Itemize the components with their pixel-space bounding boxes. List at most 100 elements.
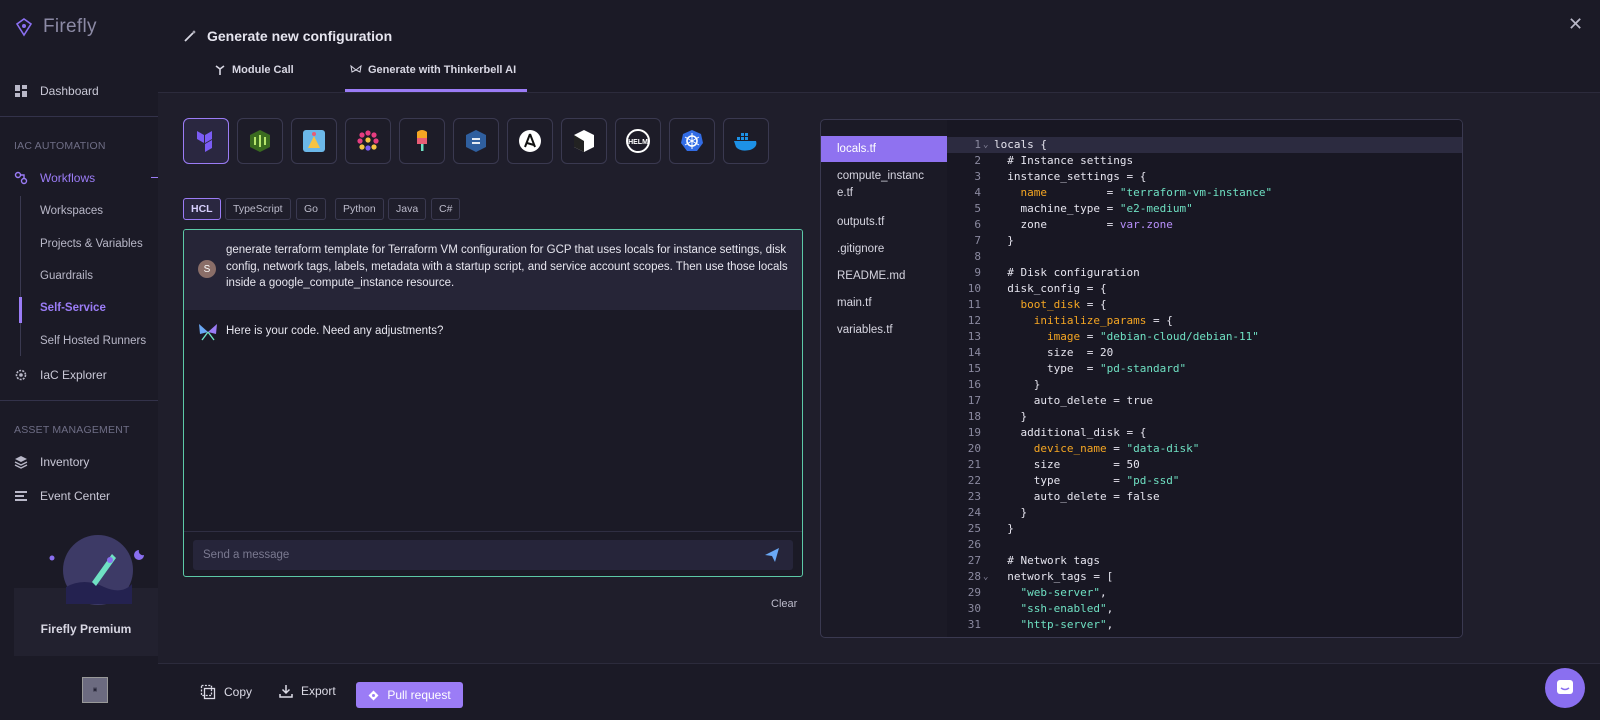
code-text: type = "pd-ssd" [994, 474, 1180, 487]
code-text: network_tags = [ [994, 570, 1114, 583]
code-line: 14 size = 20 [947, 345, 1462, 361]
line-number: 31 [967, 618, 981, 631]
code-text: auto_delete = false [994, 490, 1160, 503]
file-compute-instance-tf[interactable]: compute_instanc e.tf [821, 168, 931, 202]
code-text: zone = var.zone [994, 218, 1173, 231]
tool-config[interactable] [453, 118, 499, 164]
code-line: 16 } [947, 377, 1462, 393]
nav-iac-explorer[interactable]: IaC Explorer [14, 368, 107, 382]
collapse-indicator[interactable] [151, 177, 158, 178]
file-main-tf[interactable]: main.tf [821, 295, 947, 312]
line-number: 29 [967, 586, 981, 599]
file-variables-tf[interactable]: variables.tf [821, 322, 947, 339]
divider [0, 116, 158, 117]
fold-icon[interactable]: ⌄ [983, 569, 988, 585]
pull-request-label: Pull request [387, 688, 451, 702]
submenu-line [20, 196, 21, 356]
nav-workflows-label: Workflows [40, 171, 96, 185]
file-readme-md[interactable]: README.md [821, 268, 947, 285]
bot-message-text: Here is your code. Need any adjustments? [226, 325, 444, 337]
sidebar-item-self-hosted-runners[interactable]: Self Hosted Runners [40, 335, 146, 347]
tool-popsicle[interactable] [399, 118, 445, 164]
lang-java[interactable]: Java [388, 198, 427, 220]
tool-pulumi[interactable] [291, 118, 337, 164]
line-number: 5 [974, 202, 981, 215]
tool-terraform[interactable] [183, 118, 229, 164]
pull-request-button[interactable]: Pull request [356, 682, 463, 708]
code-text: } [994, 234, 1014, 247]
lang-hcl[interactable]: HCL [183, 198, 221, 220]
tool-crossplane[interactable] [345, 118, 391, 164]
code-line: 12 initialize_params = { [947, 313, 1462, 329]
org-avatar[interactable]: ▣ [82, 677, 108, 703]
tab-thinkerbell-ai[interactable]: Generate with Thinkerbell AI [350, 64, 516, 76]
tool-opentofu[interactable] [237, 118, 283, 164]
code-text: device_name = "data-disk" [1033, 442, 1200, 455]
file-gitignore[interactable]: .gitignore [821, 241, 947, 258]
line-number: 30 [967, 602, 981, 615]
page-title-text: Generate new configuration [207, 28, 393, 44]
file-locals-tf[interactable]: locals.tf [821, 136, 947, 162]
line-number: 8 [974, 250, 981, 263]
sidebar-item-workspaces[interactable]: Workspaces [40, 205, 103, 217]
docker-icon [734, 133, 757, 151]
nav-event-center[interactable]: Event Center [14, 489, 110, 503]
code-line: 29 "web-server", [947, 585, 1462, 601]
copy-button[interactable]: Copy [200, 684, 252, 700]
sidebar-item-projects-variables[interactable]: Projects & Variables [40, 238, 143, 250]
sidebar-item-guardrails[interactable]: Guardrails [40, 270, 93, 282]
code-text: image = "debian-cloud/debian-11" [1046, 330, 1259, 343]
nav-inventory[interactable]: Inventory [14, 455, 89, 469]
header: Generate new configuration Module Call G… [158, 0, 1600, 93]
pulumi-icon [303, 130, 325, 152]
copy-icon [200, 684, 216, 700]
list-icon [15, 491, 27, 501]
user-message: S generate terraform template for Terraf… [184, 230, 802, 310]
line-number: 11 [967, 298, 981, 311]
line-number: 13 [967, 330, 981, 343]
support-chat-button[interactable] [1545, 668, 1585, 708]
crossplane-icon [357, 130, 379, 151]
code-text: type = "pd-standard" [994, 362, 1187, 375]
tool-docker[interactable] [723, 118, 769, 164]
code-editor[interactable]: 1 ⌄ locals {2 # Instance settings 3 instanc… [947, 120, 1462, 637]
code-text: # Network tags [994, 554, 1100, 567]
export-button[interactable]: Export [279, 684, 336, 698]
tool-ansible[interactable] [507, 118, 553, 164]
tool-helm[interactable]: HELM [615, 118, 661, 164]
module-icon [215, 65, 225, 75]
page-title: Generate new configuration [183, 28, 392, 44]
code-line: 9 # Disk configuration [947, 265, 1462, 281]
code-text: machine_type = "e2-medium" [994, 202, 1193, 215]
brand[interactable]: Firefly [14, 16, 97, 38]
message-input[interactable] [193, 540, 793, 570]
line-number: 6 [974, 218, 981, 231]
code-text: } [994, 410, 1028, 423]
code-line: 31 "http-server", [947, 617, 1462, 633]
line-number: 28 [967, 570, 981, 583]
lang-csharp[interactable]: C# [431, 198, 461, 220]
code-line: 10 disk_config = { [947, 281, 1462, 297]
nav-workflows[interactable]: Workflows [14, 171, 95, 185]
code-text: instance_settings = { [994, 170, 1147, 183]
chat-panel: S generate terraform template for Terraf… [183, 229, 803, 577]
file-outputs-tf[interactable]: outputs.tf [821, 214, 947, 231]
code-line: 11 boot_disk = { [947, 297, 1462, 313]
tab-module-call[interactable]: Module Call [214, 64, 294, 76]
active-indicator [19, 297, 22, 323]
code-line: 30 "ssh-enabled", [947, 601, 1462, 617]
lang-python[interactable]: Python [335, 198, 384, 220]
sidebar-item-self-service[interactable]: Self-Service [40, 302, 106, 314]
fold-icon[interactable]: ⌄ [983, 137, 988, 153]
clear-button[interactable]: Clear [771, 598, 797, 610]
send-icon[interactable] [764, 547, 780, 563]
tool-cloudformation[interactable] [561, 118, 607, 164]
nav-dashboard[interactable]: Dashboard [14, 84, 99, 98]
tool-kubernetes[interactable] [669, 118, 715, 164]
close-icon[interactable]: ✕ [1568, 14, 1583, 35]
line-number: 20 [967, 442, 981, 455]
file-list: locals.tf compute_instanc e.tf outputs.t… [821, 120, 947, 637]
lang-typescript[interactable]: TypeScript [225, 198, 291, 220]
lang-go[interactable]: Go [296, 198, 327, 220]
code-text: auto_delete = true [994, 394, 1153, 407]
